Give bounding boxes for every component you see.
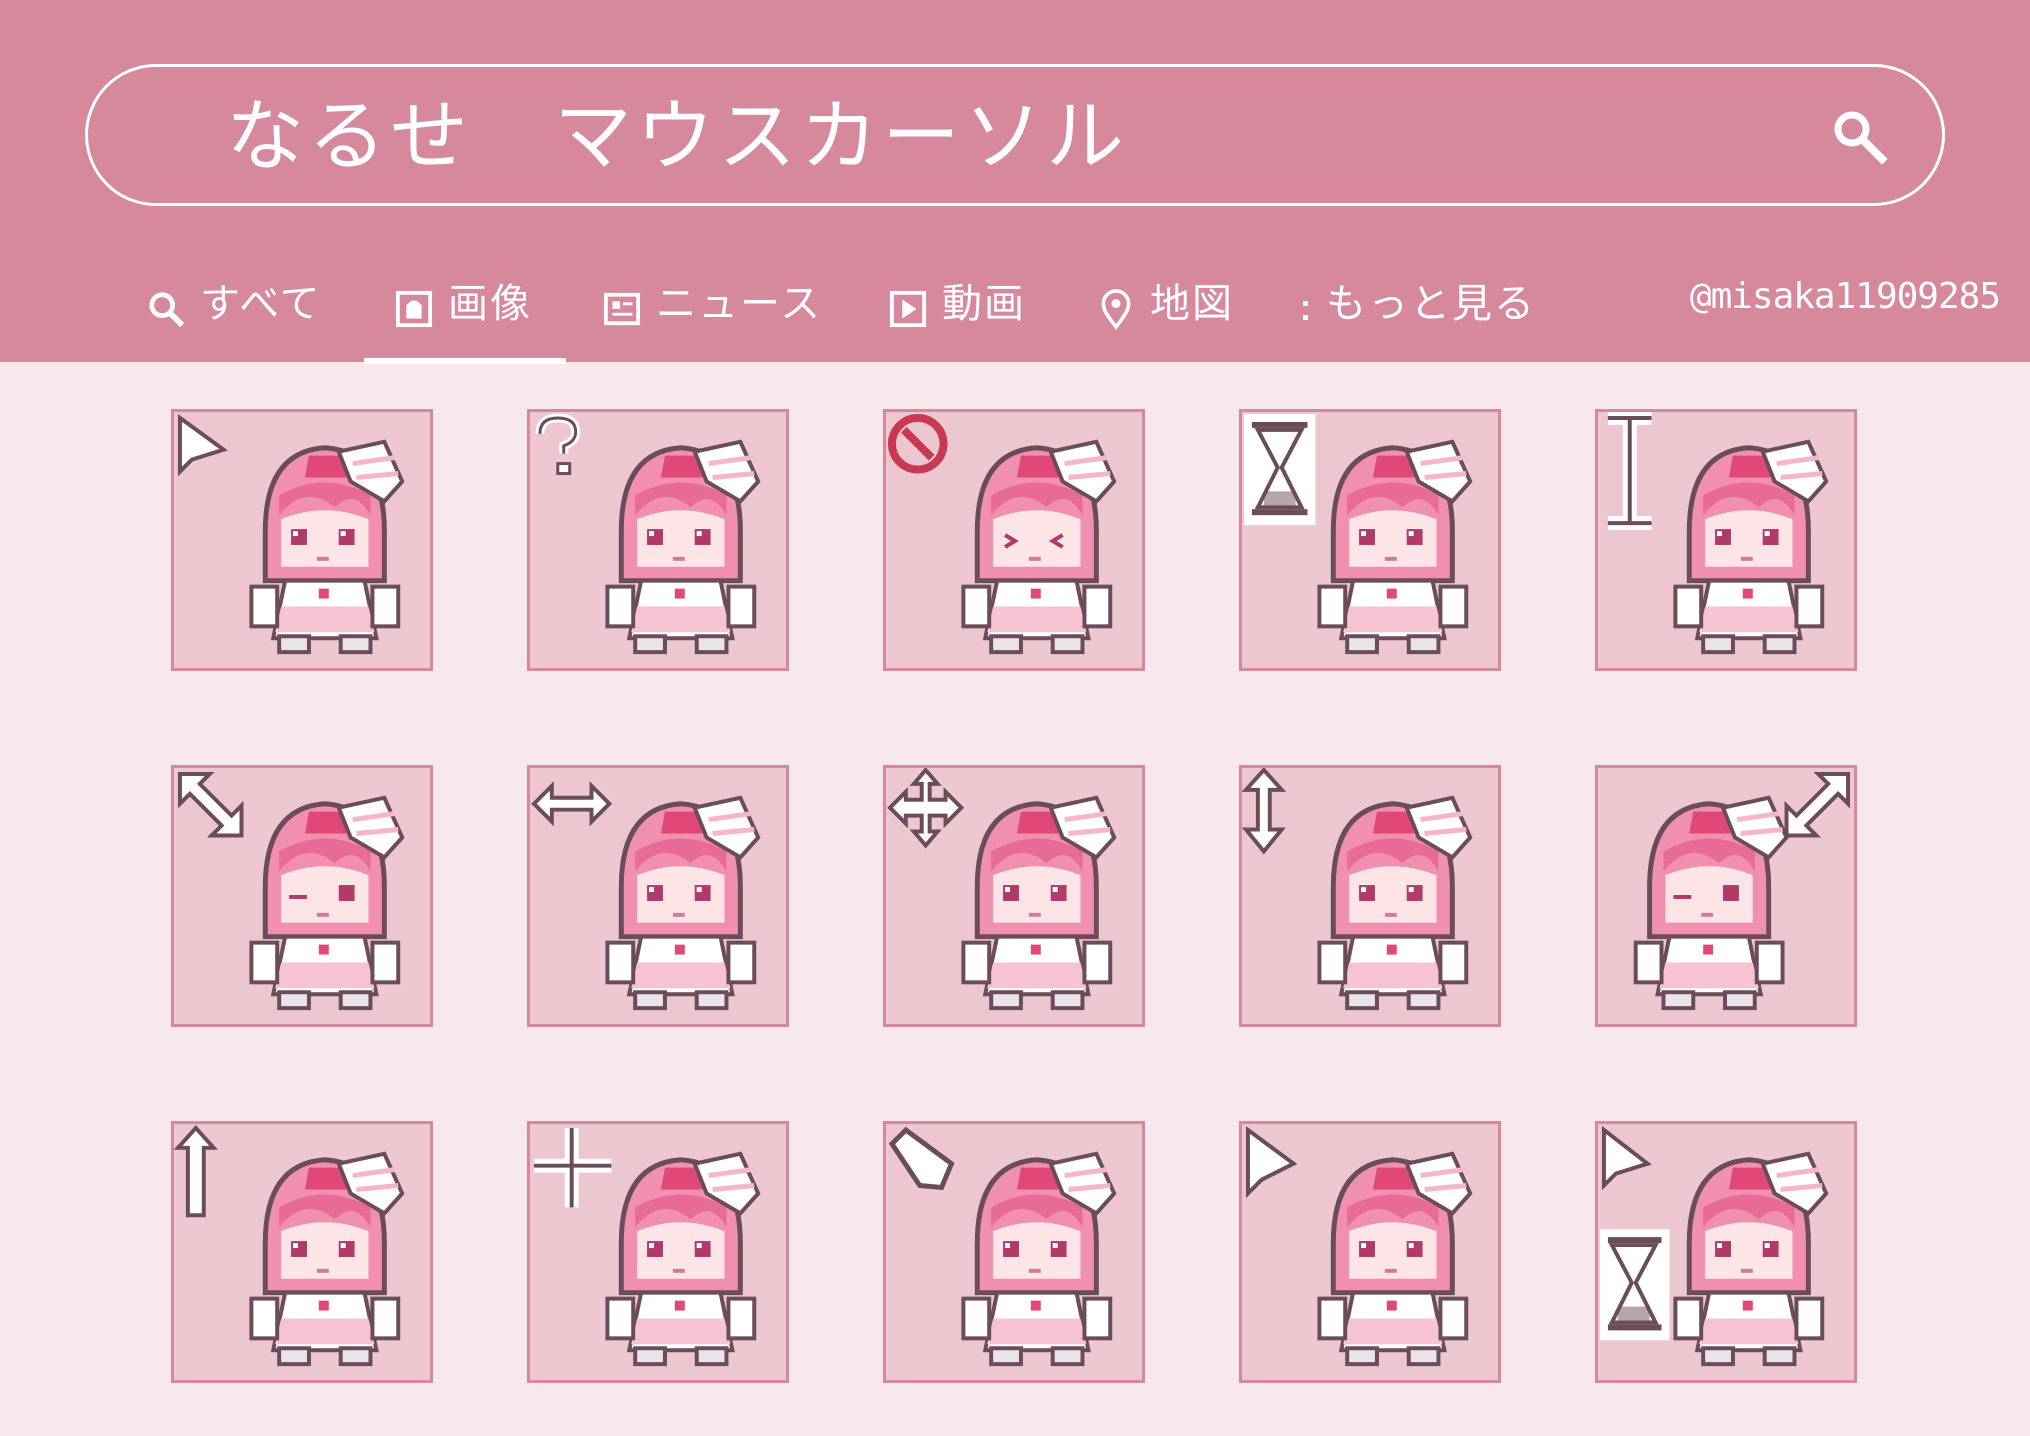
tab-news[interactable]: ニュース	[602, 270, 822, 362]
result-tile-3[interactable]	[883, 409, 1145, 671]
search-icon	[146, 286, 186, 332]
result-tile-7[interactable]	[527, 765, 789, 1027]
tab-label: もっと見る	[1326, 281, 1536, 327]
result-tile-4[interactable]	[1239, 409, 1501, 671]
horizontal-resize-cursor-icon	[531, 781, 761, 1011]
unavailable-cursor-icon	[887, 413, 1117, 655]
tab-label: すべて	[200, 281, 322, 327]
tab-more[interactable]: もっと見る	[1298, 270, 1536, 362]
tab-videos[interactable]: 動画	[888, 270, 1026, 362]
tab-images[interactable]: 画像	[364, 270, 566, 364]
result-tile-12[interactable]	[527, 1121, 789, 1383]
alternate-select-cursor-icon	[174, 1125, 405, 1367]
arrow-cursor-icon	[177, 414, 405, 655]
help-cursor-icon	[535, 413, 761, 655]
busy-hourglass-cursor-icon	[1243, 413, 1473, 655]
search-input[interactable]: なるせ マウスカーソル	[226, 87, 1128, 187]
result-tile-5[interactable]	[1595, 409, 1857, 671]
search-header: なるせ マウスカーソル すべて 画像 ニュース 動画 地図 もっと見る @mis…	[0, 0, 2030, 364]
news-icon	[602, 286, 642, 332]
diagonal-resize-cursor-icon	[177, 771, 405, 1011]
result-tile-11[interactable]	[171, 1121, 433, 1383]
result-tile-15[interactable]	[1595, 1121, 1857, 1383]
map-pin-icon	[1096, 286, 1136, 332]
link-select-cursor-icon	[1245, 1126, 1473, 1367]
tab-maps[interactable]: 地図	[1096, 270, 1234, 362]
handwriting-pen-cursor-icon	[888, 1126, 1117, 1367]
user-handle: @misaka11909285	[1689, 276, 2001, 317]
vertical-resize-cursor-icon	[1242, 768, 1473, 1011]
result-tile-1[interactable]	[171, 409, 433, 671]
precision-crosshair-cursor-icon	[533, 1127, 761, 1367]
tab-label: 動画	[942, 281, 1026, 327]
search-icon[interactable]	[1830, 107, 1888, 165]
image-results-grid	[0, 362, 2030, 1436]
result-tile-6[interactable]	[171, 765, 433, 1027]
result-tile-14[interactable]	[1239, 1121, 1501, 1383]
tab-label: 画像	[448, 281, 532, 327]
video-icon	[888, 286, 928, 332]
result-tile-9[interactable]	[1239, 765, 1501, 1027]
diagonal-resize-alt-cursor-icon	[1633, 771, 1851, 1011]
search-bar[interactable]: なるせ マウスカーソル	[85, 64, 1945, 206]
tab-label: ニュース	[656, 281, 822, 327]
result-tile-13[interactable]	[883, 1121, 1145, 1383]
text-beam-cursor-icon	[1607, 412, 1829, 655]
result-tile-2[interactable]	[527, 409, 789, 671]
move-cursor-icon	[887, 768, 1117, 1011]
working-in-background-cursor-icon	[1599, 1125, 1829, 1367]
image-icon	[394, 286, 434, 332]
result-tile-10[interactable]	[1595, 765, 1857, 1027]
result-tile-8[interactable]	[883, 765, 1145, 1027]
tab-label: 地図	[1150, 281, 1234, 327]
more-vertical-icon	[1298, 286, 1312, 332]
tab-all[interactable]: すべて	[146, 270, 322, 362]
